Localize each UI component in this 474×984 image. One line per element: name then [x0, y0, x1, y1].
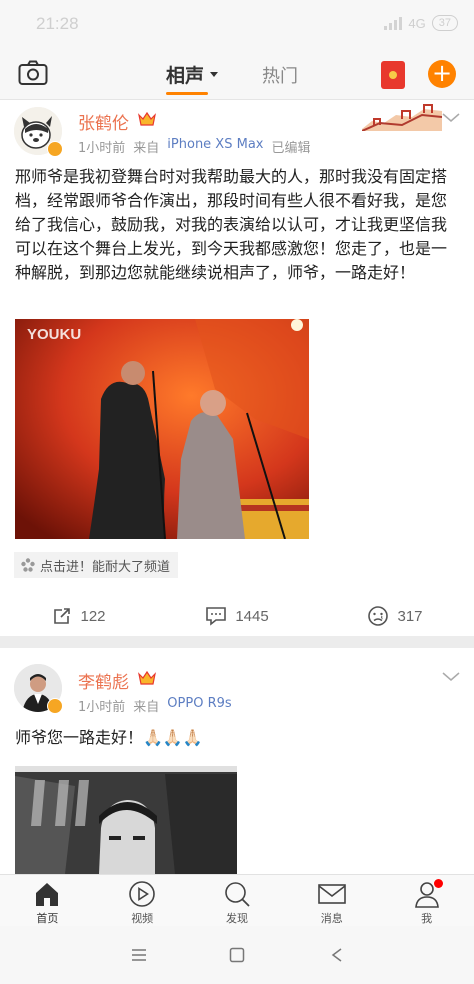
post-source[interactable]: iPhone XS Max [167, 137, 263, 156]
post-image[interactable] [15, 766, 237, 874]
vip-crown-icon [138, 670, 156, 685]
discover-icon [225, 882, 250, 907]
repost-button[interactable]: 122 [0, 596, 158, 636]
flower-icon [21, 558, 35, 572]
tab-label: 我 [421, 912, 433, 925]
post-meta: 1小时前 来自 OPPO R9s [78, 696, 232, 715]
tab-label: 首页 [36, 912, 59, 925]
author-name[interactable]: 李鹤彪 [78, 668, 129, 693]
tab-profile[interactable]: 我 [379, 875, 474, 926]
video-thumbnail[interactable]: YOUKU [15, 319, 309, 539]
notification-dot [434, 879, 444, 888]
status-indicators: 4G 37 [384, 15, 458, 31]
comment-button[interactable]: 1445 [158, 596, 316, 636]
home-icon [36, 883, 59, 906]
comment-count: 1445 [235, 607, 269, 625]
stage-photo: YOUKU [15, 319, 309, 539]
card-separator [0, 636, 474, 648]
bottom-tab-bar: 首页 视频 发现 消息 我 [0, 874, 474, 926]
tab-xiangsheng[interactable]: 相声 [166, 61, 204, 88]
feed-card[interactable]: 李鹤彪 1小时前 来自 OPPO R9s 师爷您一路走好！🙏🏻🙏🏻🙏🏻 [0, 648, 474, 874]
battery-indicator: 37 [431, 15, 458, 31]
author-name[interactable]: 张鹤伦 [78, 109, 129, 134]
sad-face-icon [368, 606, 389, 626]
verified-badge-icon [47, 141, 63, 157]
network-label: 4G [408, 15, 426, 31]
post-text: 师爷您一路走好！🙏🏻🙏🏻🙏🏻 [15, 728, 203, 747]
repost-icon [54, 608, 71, 624]
vip-crown-icon [138, 111, 156, 126]
post-source[interactable]: OPPO R9s [167, 696, 231, 715]
back-icon[interactable] [331, 948, 343, 962]
post-time: 1小时前 [78, 700, 126, 715]
comment-icon [206, 607, 227, 626]
card-decoration-great-wall [362, 104, 442, 131]
repost-count: 122 [80, 607, 106, 625]
tab-video[interactable]: 视频 [95, 875, 190, 926]
feed-card[interactable]: 张鹤伦 1小时前 来自 iPhone XS Max 已编辑 邢师爷是我初登舞台时… [0, 101, 474, 636]
youku-watermark: YOUKU [27, 326, 81, 343]
post-text: 邢师爷是我初登舞台时对我帮助最大的人，那时我没有固定搭档，经常跟师爷合作演出，那… [15, 167, 448, 282]
top-nav: 相声 热门 + [0, 48, 474, 100]
like-count: 317 [397, 607, 423, 625]
camera-icon[interactable] [18, 60, 48, 86]
signal-icon [384, 16, 403, 30]
compose-plus-button[interactable]: + [428, 60, 456, 88]
post-meta: 1小时前 来自 iPhone XS Max 已编辑 [78, 137, 311, 156]
tab-home[interactable]: 首页 [0, 875, 95, 926]
source-prefix: 来自 [133, 700, 160, 715]
tab-label: 消息 [320, 912, 343, 925]
red-packet-icon[interactable] [381, 61, 405, 89]
portrait-photo [15, 766, 237, 874]
chevron-down-icon[interactable] [210, 72, 218, 77]
chevron-down-icon[interactable] [442, 672, 460, 682]
tab-label: 视频 [131, 912, 154, 925]
tab-discover[interactable]: 发现 [190, 875, 285, 926]
tab-hot[interactable]: 热门 [262, 62, 298, 88]
edited-tag: 已编辑 [271, 141, 311, 156]
message-icon [317, 884, 346, 904]
status-time: 21:28 [36, 14, 79, 33]
tab-message[interactable]: 消息 [284, 875, 379, 926]
status-bar: 21:28 4G 37 [0, 0, 474, 48]
video-icon [129, 881, 155, 907]
post-time: 1小时前 [78, 141, 126, 156]
home-square-icon[interactable] [229, 947, 245, 963]
system-nav-bar [0, 926, 474, 984]
menu-icon[interactable] [131, 948, 147, 962]
topic-label: 点击进！能耐大了频道 [40, 559, 171, 575]
post-actions: 122 1445 317 [0, 596, 474, 636]
tab-label: 发现 [225, 912, 248, 925]
source-prefix: 来自 [133, 141, 160, 156]
like-button[interactable]: 317 [316, 596, 474, 636]
chevron-down-icon[interactable] [442, 113, 460, 123]
verified-badge-icon [47, 698, 63, 714]
topic-link[interactable]: 点击进！能耐大了频道 [14, 552, 179, 578]
active-tab-indicator [166, 92, 208, 95]
